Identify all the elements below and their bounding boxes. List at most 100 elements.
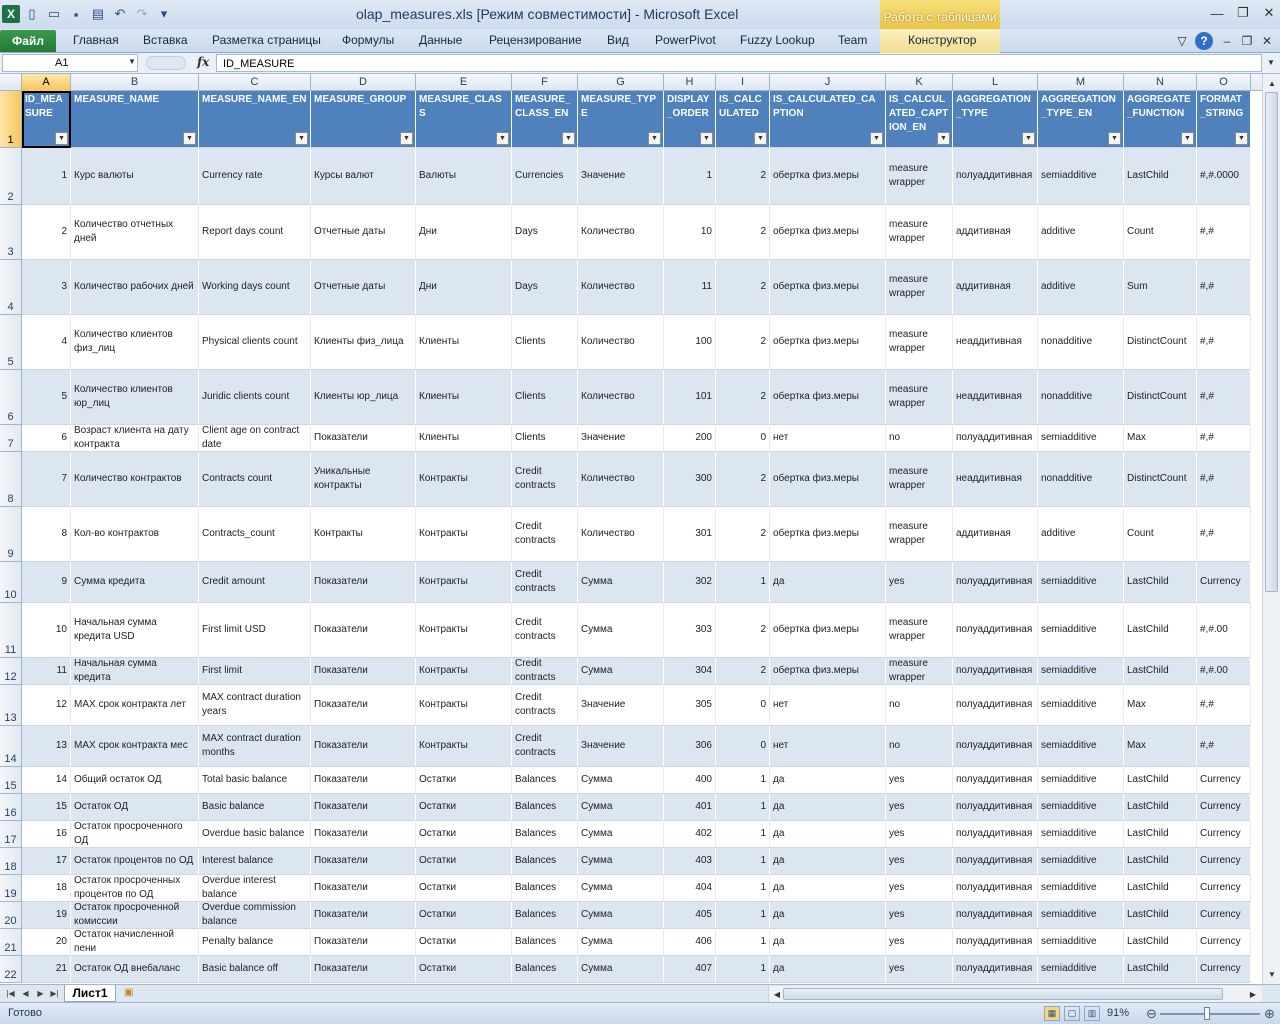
table-cell[interactable]: measure wrapper bbox=[886, 452, 953, 507]
table-cell[interactable]: Остаток начисленной пени bbox=[71, 929, 199, 956]
column-title[interactable]: MEASURE_CLASS ▼ bbox=[416, 91, 512, 148]
table-cell[interactable]: 406 bbox=[664, 929, 716, 956]
table-cell[interactable]: Sum bbox=[1124, 260, 1197, 315]
customize-qat-icon[interactable]: ▾ bbox=[154, 4, 174, 24]
table-cell[interactable]: no bbox=[886, 726, 953, 767]
table-cell[interactable]: Курс валюты bbox=[71, 148, 199, 205]
close-icon[interactable]: ✕ bbox=[1256, 4, 1280, 22]
column-title[interactable]: AGGREGATION_TYPE_EN ▼ bbox=[1038, 91, 1124, 148]
table-cell[interactable]: semiadditive bbox=[1038, 425, 1124, 452]
table-cell[interactable]: Показатели bbox=[311, 875, 416, 902]
table-cell[interactable]: Credit contracts bbox=[512, 685, 578, 726]
row-header[interactable]: 2 bbox=[0, 148, 22, 205]
table-cell[interactable]: Контракты bbox=[416, 452, 512, 507]
table-cell[interactable]: полуаддитивная bbox=[953, 956, 1038, 983]
table-cell[interactable]: Показатели bbox=[311, 767, 416, 794]
table-cell[interactable]: Overdue commission balance bbox=[199, 902, 311, 929]
table-cell[interactable]: 100 bbox=[664, 315, 716, 370]
table-cell[interactable]: аддитивная bbox=[953, 205, 1038, 260]
table-cell[interactable]: 12 bbox=[22, 685, 71, 726]
table-cell[interactable]: обертка физ.меры bbox=[770, 148, 886, 205]
help-icon[interactable]: ? bbox=[1195, 32, 1213, 50]
table-cell[interactable]: measure wrapper bbox=[886, 205, 953, 260]
table-cell[interactable]: обертка физ.меры bbox=[770, 603, 886, 658]
row-header[interactable]: 7 bbox=[0, 425, 22, 452]
save-icon[interactable]: ▪ bbox=[66, 4, 86, 24]
table-cell[interactable]: нет bbox=[770, 726, 886, 767]
table-cell[interactable]: 0 bbox=[716, 685, 770, 726]
table-cell[interactable]: Days bbox=[512, 205, 578, 260]
table-cell[interactable]: да bbox=[770, 848, 886, 875]
table-cell[interactable]: Показатели bbox=[311, 562, 416, 603]
table-cell[interactable]: 1 bbox=[716, 902, 770, 929]
table-cell[interactable]: yes bbox=[886, 794, 953, 821]
table-cell[interactable]: Сумма bbox=[578, 658, 664, 685]
table-cell[interactable]: LastChild bbox=[1124, 821, 1197, 848]
column-title[interactable]: IS_CALCULATED_CAPTION ▼ bbox=[770, 91, 886, 148]
table-cell[interactable]: Остаток ОД bbox=[71, 794, 199, 821]
table-cell[interactable]: Количество bbox=[578, 205, 664, 260]
table-cell[interactable]: Клиенты юр_лица bbox=[311, 370, 416, 425]
row-header[interactable]: 11 bbox=[0, 603, 22, 658]
scroll-up-icon[interactable]: ▲ bbox=[1264, 75, 1280, 91]
table-cell[interactable]: полуаддитивная bbox=[953, 875, 1038, 902]
table-cell[interactable]: 11 bbox=[664, 260, 716, 315]
column-title[interactable]: MEASURE_CLASS_EN ▼ bbox=[512, 91, 578, 148]
name-box-dropdown-icon[interactable]: ▼ bbox=[128, 57, 136, 66]
table-cell[interactable]: 0 bbox=[716, 726, 770, 767]
table-cell[interactable]: Количество bbox=[578, 260, 664, 315]
table-cell[interactable]: Total basic balance bbox=[199, 767, 311, 794]
table-cell[interactable]: Currency bbox=[1197, 794, 1251, 821]
table-cell[interactable]: 4 bbox=[22, 315, 71, 370]
table-cell[interactable]: measure wrapper bbox=[886, 507, 953, 562]
table-cell[interactable]: Working days count bbox=[199, 260, 311, 315]
table-cell[interactable]: Количество bbox=[578, 315, 664, 370]
table-cell[interactable]: Клиенты bbox=[416, 425, 512, 452]
table-cell[interactable]: 300 bbox=[664, 452, 716, 507]
column-title[interactable]: IS_CALCULATED_CAPTION_EN ▼ bbox=[886, 91, 953, 148]
row-header[interactable]: 19 bbox=[0, 875, 22, 902]
table-cell[interactable]: Contracts_count bbox=[199, 507, 311, 562]
tab-team[interactable]: Team bbox=[838, 33, 867, 47]
horizontal-scroll-thumb[interactable] bbox=[783, 988, 1223, 1000]
table-cell[interactable]: 305 bbox=[664, 685, 716, 726]
table-cell[interactable]: measure wrapper bbox=[886, 260, 953, 315]
table-cell[interactable]: Сумма bbox=[578, 767, 664, 794]
table-cell[interactable]: да bbox=[770, 562, 886, 603]
table-cell[interactable]: 16 bbox=[22, 821, 71, 848]
table-cell[interactable]: Max bbox=[1124, 726, 1197, 767]
table-cell[interactable]: Credit contracts bbox=[512, 507, 578, 562]
table-cell[interactable]: #,# bbox=[1197, 425, 1251, 452]
table-cell[interactable]: semiadditive bbox=[1038, 956, 1124, 983]
table-cell[interactable]: Balances bbox=[512, 902, 578, 929]
table-cell[interactable]: Остатки bbox=[416, 794, 512, 821]
table-cell[interactable]: 1 bbox=[716, 794, 770, 821]
table-cell[interactable]: Credit contracts bbox=[512, 603, 578, 658]
table-cell[interactable]: yes bbox=[886, 767, 953, 794]
row-header[interactable]: 3 bbox=[0, 205, 22, 260]
table-cell[interactable]: yes bbox=[886, 848, 953, 875]
table-cell[interactable]: полуаддитивная bbox=[953, 603, 1038, 658]
table-cell[interactable]: Max bbox=[1124, 685, 1197, 726]
table-cell[interactable]: 306 bbox=[664, 726, 716, 767]
table-cell[interactable]: #,# bbox=[1197, 507, 1251, 562]
table-cell[interactable]: 3 bbox=[22, 260, 71, 315]
column-header-d[interactable]: D bbox=[311, 74, 416, 91]
column-header-l[interactable]: L bbox=[953, 74, 1038, 91]
column-title[interactable]: IS_CALCULATED ▼ bbox=[716, 91, 770, 148]
table-cell[interactable]: LastChild bbox=[1124, 902, 1197, 929]
table-cell[interactable]: MAX contract duration years bbox=[199, 685, 311, 726]
table-cell[interactable]: Currency rate bbox=[199, 148, 311, 205]
table-cell[interactable]: Валюты bbox=[416, 148, 512, 205]
table-cell[interactable]: полуаддитивная bbox=[953, 685, 1038, 726]
table-cell[interactable]: additive bbox=[1038, 507, 1124, 562]
undo-icon[interactable]: ↶ bbox=[110, 4, 130, 24]
table-cell[interactable]: measure wrapper bbox=[886, 370, 953, 425]
table-cell[interactable]: Остаток ОД внебаланс bbox=[71, 956, 199, 983]
page-layout-view-icon[interactable]: ▢ bbox=[1064, 1006, 1080, 1021]
table-cell[interactable]: 1 bbox=[716, 929, 770, 956]
doc-minimize-icon[interactable]: – bbox=[1218, 32, 1236, 50]
scroll-right-icon[interactable]: ▶ bbox=[1245, 986, 1261, 1002]
table-cell[interactable]: Overdue interest balance bbox=[199, 875, 311, 902]
table-cell[interactable]: 405 bbox=[664, 902, 716, 929]
